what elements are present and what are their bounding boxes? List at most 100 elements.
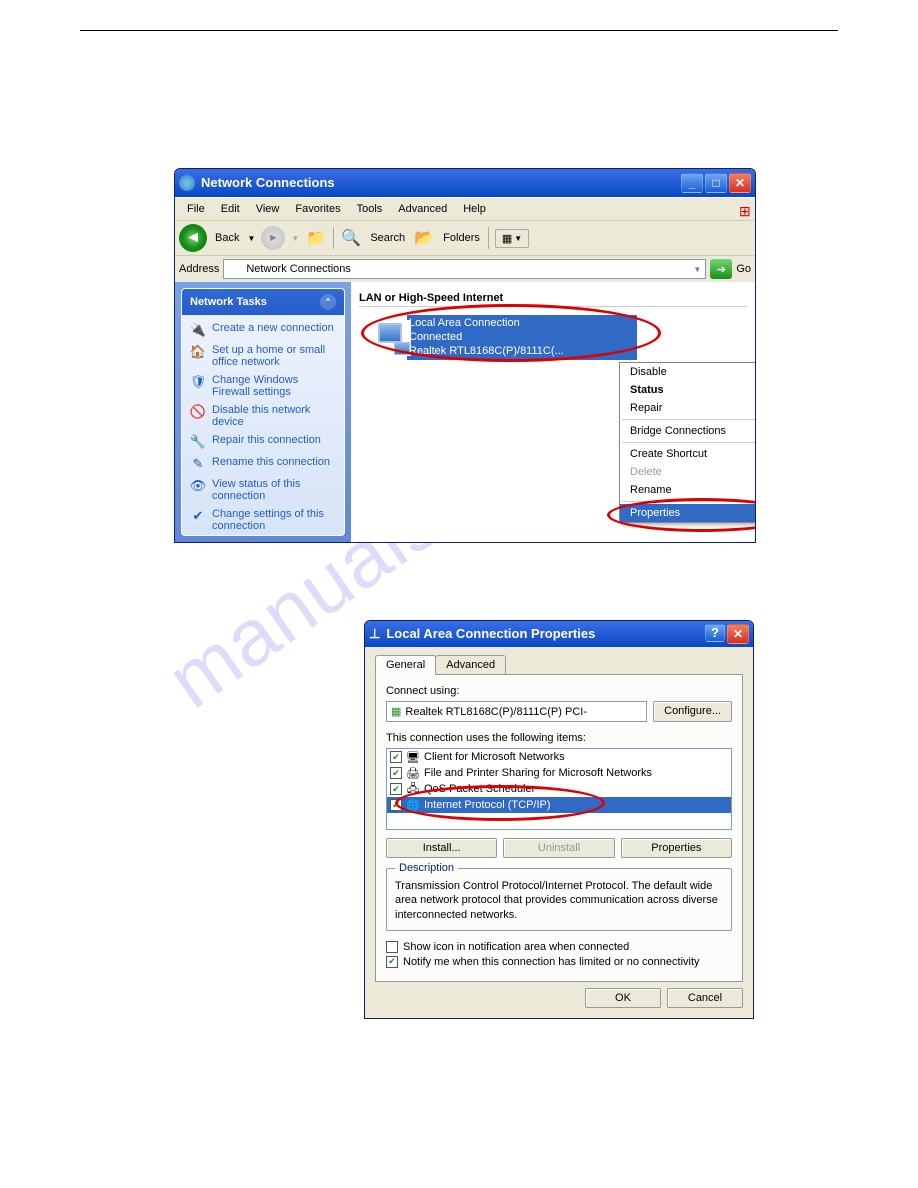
- task-disable-device[interactable]: 🚫 Disable this network device: [182, 401, 344, 431]
- collapse-icon[interactable]: ⌃: [320, 294, 336, 310]
- local-area-connection[interactable]: Local Area Connection Connected Realtek …: [407, 315, 637, 360]
- folders-icon[interactable]: 📂: [413, 227, 435, 249]
- task-rename[interactable]: ✎ Rename this connection: [182, 453, 344, 475]
- ctx-shortcut[interactable]: Create Shortcut: [620, 445, 756, 463]
- address-input[interactable]: Network Connections ▼: [223, 259, 706, 279]
- toolbar: ◄ Back ▼ ► ▼ 📁 🔍 Search 📂 Folders ▦▼: [175, 220, 755, 256]
- dialog-title: Local Area Connection Properties: [386, 626, 595, 641]
- adapter-icon: ⊥: [369, 626, 380, 642]
- checkbox-icon[interactable]: ✔: [390, 799, 402, 811]
- items-label: This connection uses the following items…: [386, 732, 732, 744]
- task-label: Change Windows Firewall settings: [212, 374, 336, 398]
- cancel-button[interactable]: Cancel: [667, 988, 743, 1008]
- ctx-disable[interactable]: Disable: [620, 363, 756, 381]
- windows-flag-icon: [731, 201, 751, 217]
- item-client-networks[interactable]: ✔🖥Client for Microsoft Networks: [387, 749, 731, 765]
- search-label[interactable]: Search: [368, 232, 407, 244]
- checkbox-icon[interactable]: ✔: [390, 767, 402, 779]
- network-icon: [179, 175, 195, 191]
- tab-pane-general: Connect using: ▦ Realtek RTL8168C(P)/811…: [375, 675, 743, 982]
- uninstall-button: Uninstall: [503, 838, 614, 858]
- ctx-repair[interactable]: Repair: [620, 399, 756, 417]
- chevron-down-icon[interactable]: ▼: [693, 265, 701, 274]
- forward-button[interactable]: ►: [261, 226, 285, 250]
- tab-advanced[interactable]: Advanced: [435, 655, 506, 674]
- menu-tools[interactable]: Tools: [349, 201, 391, 217]
- network-icon-small: [228, 262, 242, 276]
- task-change-settings[interactable]: ✔Change settings of this connection: [182, 505, 344, 535]
- task-firewall[interactable]: 🛡Change Windows Firewall settings: [182, 371, 344, 401]
- main-area: LAN or High-Speed Internet Local Area Co…: [351, 282, 755, 542]
- ctx-status[interactable]: Status: [620, 381, 756, 399]
- connection-icon: 🔌: [190, 322, 206, 338]
- install-button[interactable]: Install...: [386, 838, 497, 858]
- item-qos[interactable]: ✔🖧QoS Packet Scheduler: [387, 781, 731, 797]
- menu-help[interactable]: Help: [455, 201, 494, 217]
- checkbox-icon[interactable]: ✔: [390, 751, 402, 763]
- configure-button[interactable]: Configure...: [653, 701, 732, 722]
- checkbox-icon[interactable]: ✔: [386, 956, 398, 968]
- disable-icon: 🚫: [190, 404, 206, 420]
- task-create-connection[interactable]: 🔌 Create a new connection: [182, 319, 344, 341]
- ctx-properties[interactable]: Properties: [620, 504, 756, 522]
- back-button[interactable]: ◄: [179, 224, 207, 252]
- tasks-header[interactable]: Network Tasks ⌃: [182, 289, 344, 315]
- search-icon[interactable]: 🔍: [340, 227, 362, 249]
- window-titlebar[interactable]: Network Connections _ □ ✕: [175, 169, 755, 197]
- menu-file[interactable]: File: [179, 201, 213, 217]
- help-button[interactable]: ?: [705, 624, 725, 642]
- views-button[interactable]: ▦▼: [495, 229, 529, 248]
- menu-advanced[interactable]: Advanced: [390, 201, 455, 217]
- ok-button[interactable]: OK: [585, 988, 661, 1008]
- address-value: Network Connections: [246, 263, 351, 275]
- task-setup-network[interactable]: 🏠Set up a home or small office network: [182, 341, 344, 371]
- maximize-button[interactable]: □: [705, 173, 727, 193]
- ctx-bridge[interactable]: Bridge Connections: [620, 422, 756, 440]
- back-dropdown-icon[interactable]: ▼: [247, 234, 255, 243]
- task-label: Create a new connection: [212, 322, 334, 334]
- close-button[interactable]: ✕: [729, 173, 751, 193]
- task-label: Disable this network device: [212, 404, 336, 428]
- minimize-button[interactable]: _: [681, 173, 703, 193]
- properties-button[interactable]: Properties: [621, 838, 732, 858]
- checkbox-icon[interactable]: [386, 941, 398, 953]
- menu-bar: File Edit View Favorites Tools Advanced …: [175, 197, 755, 220]
- go-button[interactable]: ➔: [710, 259, 732, 279]
- item-file-printer[interactable]: ✔🖨File and Printer Sharing for Microsoft…: [387, 765, 731, 781]
- ctx-separator: [622, 501, 756, 502]
- tab-general[interactable]: General: [375, 655, 436, 675]
- fwd-dropdown-icon[interactable]: ▼: [291, 234, 299, 243]
- menu-view[interactable]: View: [248, 201, 288, 217]
- up-folder-icon[interactable]: 📁: [305, 227, 327, 249]
- address-label: Address: [179, 263, 219, 275]
- item-tcpip[interactable]: ✔ 🌐 Internet Protocol (TCP/IP): [387, 797, 731, 813]
- items-list[interactable]: ✔🖥Client for Microsoft Networks ✔🖨File a…: [386, 748, 732, 830]
- qos-icon: 🖧: [406, 782, 420, 796]
- ctx-rename[interactable]: Rename: [620, 481, 756, 499]
- dialog-titlebar[interactable]: ⊥ Local Area Connection Properties ? ✕: [365, 621, 753, 647]
- task-repair[interactable]: 🔧Repair this connection: [182, 431, 344, 453]
- close-button[interactable]: ✕: [727, 624, 749, 644]
- task-label: View status of this connection: [212, 478, 336, 502]
- menu-favorites[interactable]: Favorites: [287, 201, 348, 217]
- protocol-icon: 🌐: [406, 798, 420, 812]
- notify-checkbox[interactable]: ✔Notify me when this connection has limi…: [386, 956, 732, 968]
- task-view-status[interactable]: 👁View status of this connection: [182, 475, 344, 505]
- connection-status: Connected: [409, 331, 564, 345]
- task-label: Set up a home or small office network: [212, 344, 336, 368]
- menu-edit[interactable]: Edit: [213, 201, 248, 217]
- toolbar-separator-2: [488, 227, 489, 249]
- network-connections-window: Network Connections _ □ ✕ File Edit View…: [174, 168, 756, 543]
- show-icon-checkbox[interactable]: Show icon in notification area when conn…: [386, 941, 732, 953]
- folders-label[interactable]: Folders: [441, 232, 482, 244]
- item-label: Internet Protocol (TCP/IP): [424, 799, 551, 811]
- adapter-field[interactable]: ▦ Realtek RTL8168C(P)/8111C(P) PCI-: [386, 701, 647, 722]
- rename-icon: ✎: [190, 456, 206, 472]
- task-label: Rename this connection: [212, 456, 330, 468]
- description-text: Transmission Control Protocol/Internet P…: [395, 879, 723, 922]
- window-title: Network Connections: [201, 175, 335, 190]
- checkbox-icon[interactable]: ✔: [390, 783, 402, 795]
- description-label: Description: [395, 862, 458, 874]
- ctx-delete: Delete: [620, 463, 756, 481]
- checkbox-label: Show icon in notification area when conn…: [403, 941, 629, 953]
